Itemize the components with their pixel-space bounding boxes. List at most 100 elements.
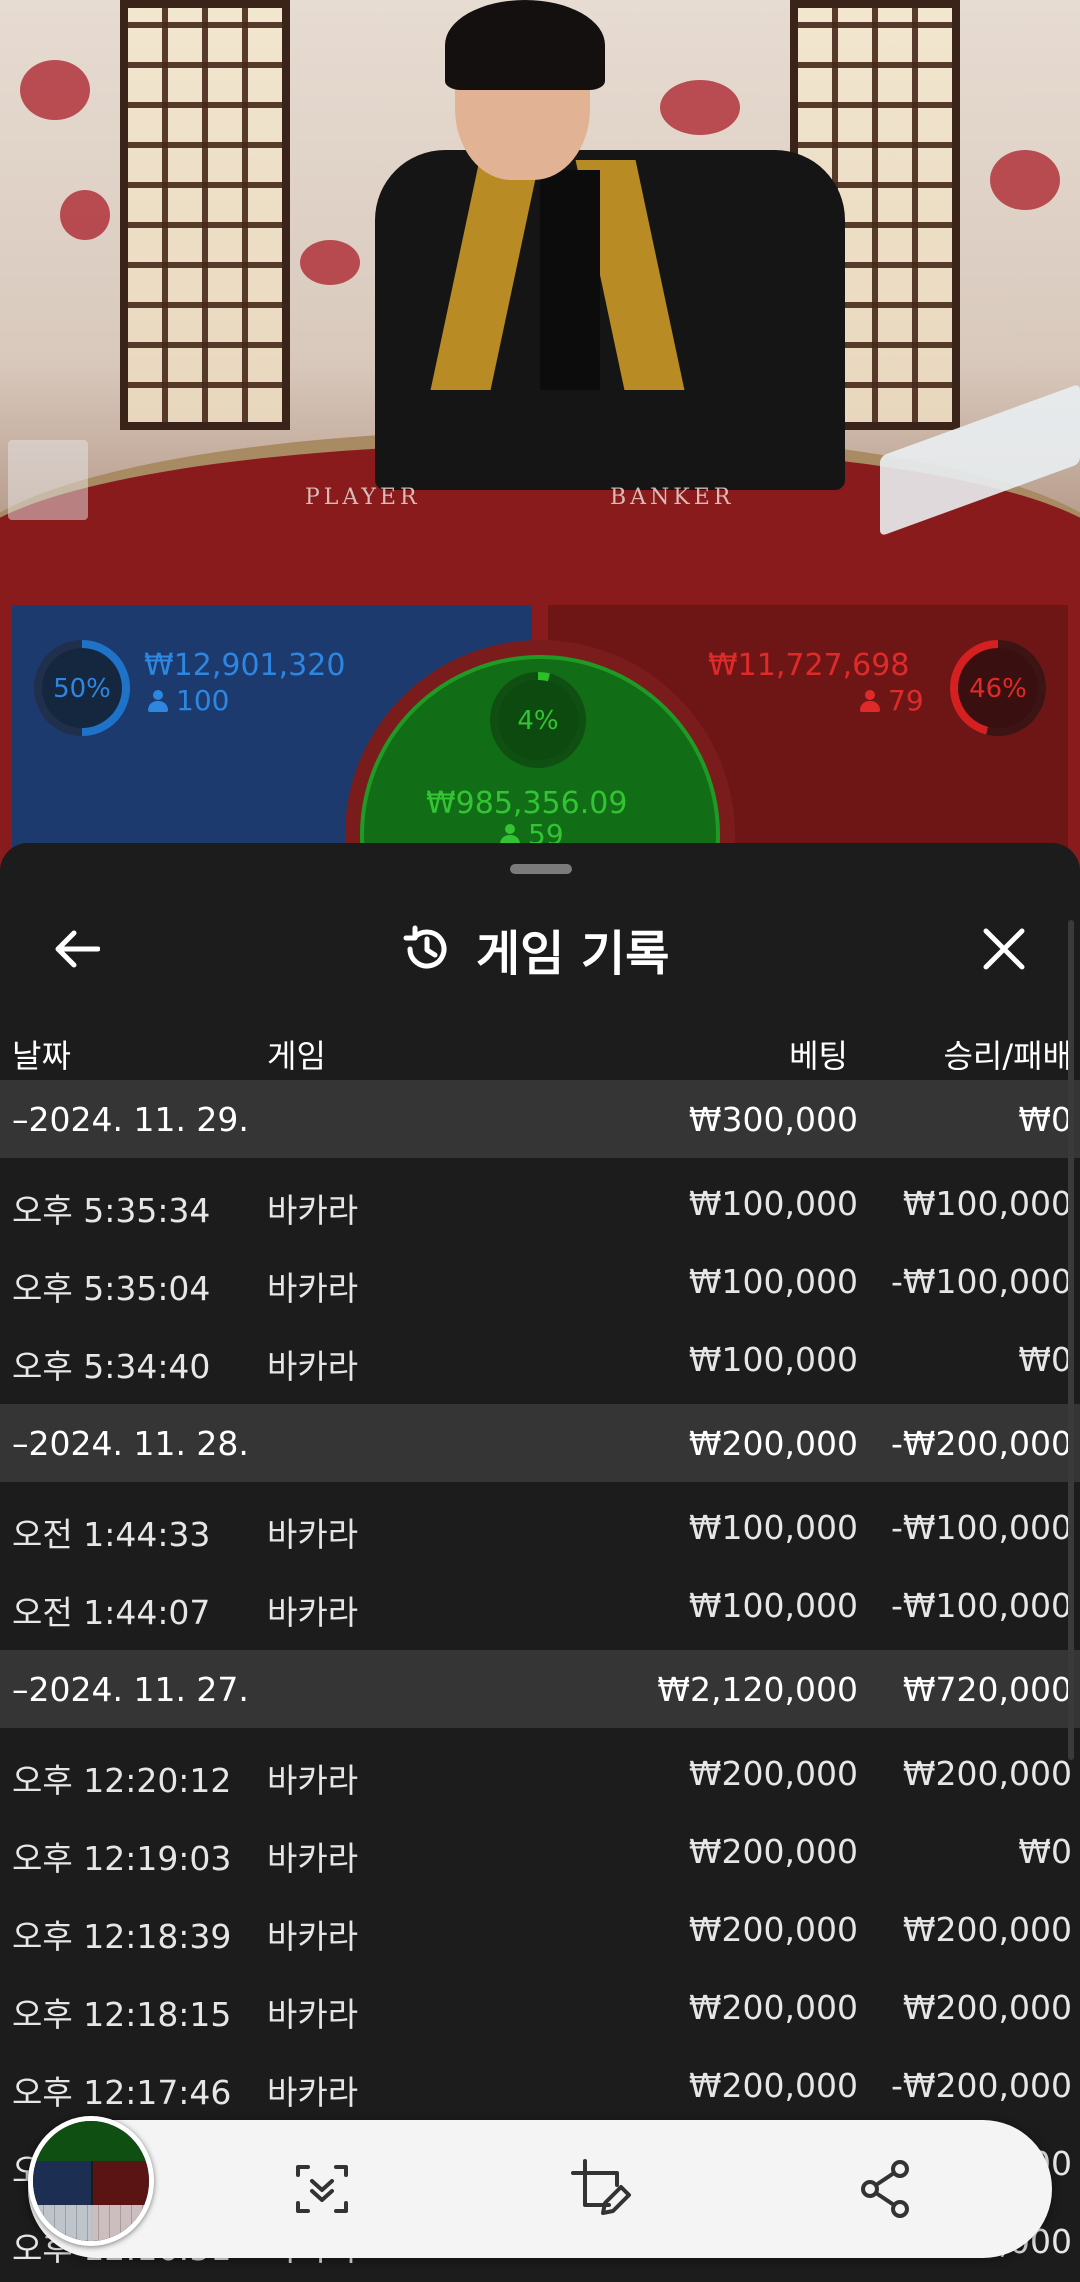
history-row[interactable]: 오후 12:20:12 바카라 ₩200,000 ₩200,000	[0, 1734, 1080, 1812]
sheet-title-group: 게임 기록	[400, 915, 669, 983]
group-date: –2024. 11. 27.	[12, 1670, 249, 1709]
arrow-left-icon	[55, 930, 100, 968]
date-group-row[interactable]: –2024. 11. 29. ₩300,000 ₩0	[0, 1080, 1080, 1158]
player-count-value: 100	[176, 684, 230, 717]
row-bet: ₩100,000	[688, 1262, 858, 1301]
row-bet: ₩100,000	[688, 1508, 858, 1547]
group-winloss-total: ₩720,000	[902, 1670, 1072, 1709]
history-row[interactable]: 오후 12:18:39 바카라 ₩200,000 ₩200,000	[0, 1890, 1080, 1968]
thumb-region	[33, 2121, 149, 2161]
row-time: 오전 1:44:33	[12, 1515, 211, 1554]
row-game: 바카라	[267, 1917, 359, 1956]
screenshot-toolbar	[28, 2116, 1052, 2258]
history-row[interactable]: 오후 12:19:03 바카라 ₩200,000 ₩0	[0, 1812, 1080, 1890]
date-group-row[interactable]: –2024. 11. 27. ₩2,120,000 ₩720,000	[0, 1650, 1080, 1728]
history-row[interactable]: 오후 12:17:46 바카라 ₩200,000 -₩200,000	[0, 2046, 1080, 2124]
card-discard-tray	[8, 440, 88, 520]
row-winloss: -₩100,000	[890, 1586, 1072, 1625]
share-icon	[861, 2160, 909, 2218]
history-row[interactable]: 오전 1:44:07 바카라 ₩100,000 -₩100,000	[0, 1566, 1080, 1644]
thumb-region	[33, 2205, 149, 2241]
group-bet-total: ₩300,000	[688, 1100, 858, 1139]
column-game: 게임	[267, 1037, 326, 1075]
close-icon	[983, 928, 1025, 970]
blossom-decoration	[60, 190, 110, 240]
edit-button[interactable]	[561, 2149, 641, 2229]
row-bet: ₩200,000	[688, 2066, 858, 2105]
row-winloss: ₩200,000	[902, 1910, 1072, 1949]
scrollbar[interactable]	[1068, 920, 1074, 1760]
drag-handle[interactable]	[510, 864, 572, 874]
column-date: 날짜	[12, 1037, 71, 1075]
history-icon	[403, 925, 447, 969]
row-game: 바카라	[267, 1593, 359, 1632]
history-row[interactable]: 오후 5:34:40 바카라 ₩100,000 ₩0	[0, 1320, 1080, 1398]
column-winloss: 승리/패배	[943, 1037, 1072, 1075]
share-button[interactable]	[846, 2149, 926, 2229]
column-bet: 베팅	[789, 1037, 848, 1075]
blossom-decoration	[20, 60, 90, 120]
scroll-capture-icon	[296, 2165, 348, 2213]
screenshot-thumbnail[interactable]	[28, 2116, 154, 2246]
group-bet-total: ₩200,000	[688, 1424, 858, 1463]
game-history-sheet: 게임 기록 날짜 게임 베팅 승리/패배 –2024. 11. 29. ₩300,…	[0, 843, 1080, 2282]
history-row[interactable]: 오후 12:18:15 바카라 ₩200,000 ₩200,000	[0, 1968, 1080, 2046]
row-bet: ₩200,000	[688, 1988, 858, 2027]
player-bettor-count: 100	[148, 684, 229, 717]
row-game: 바카라	[267, 1191, 359, 1230]
row-game: 바카라	[267, 1347, 359, 1386]
row-winloss: ₩200,000	[902, 1754, 1072, 1793]
tie-percent: 4%	[517, 706, 559, 736]
group-winloss-total: -₩200,000	[890, 1424, 1072, 1463]
history-row[interactable]: 오후 5:35:04 바카라 ₩100,000 -₩100,000	[0, 1242, 1080, 1320]
player-bet-amount: ₩12,901,320	[144, 648, 346, 683]
row-time: 오후 12:19:03	[12, 1839, 232, 1878]
tie-bet-amount: ₩985,356.09	[426, 786, 628, 821]
row-winloss: -₩200,000	[890, 2066, 1072, 2105]
row-bet: ₩200,000	[688, 1910, 858, 1949]
group-date: –2024. 11. 28.	[12, 1424, 249, 1463]
row-bet: ₩100,000	[688, 1184, 858, 1223]
history-row[interactable]: 오후 5:35:34 바카라 ₩100,000 ₩100,000	[0, 1164, 1080, 1242]
table-player-label: PLAYER	[305, 485, 421, 510]
banker-bet-amount: ₩11,727,698	[708, 648, 910, 683]
banker-count-value: 79	[888, 684, 924, 717]
group-winloss-total: ₩0	[1018, 1100, 1072, 1139]
person-icon	[148, 690, 168, 712]
row-bet: ₩100,000	[688, 1586, 858, 1625]
history-list[interactable]: –2024. 11. 29. ₩300,000 ₩0 오후 5:35:34 바카라 ₩10…	[0, 1080, 1080, 2282]
sheet-header: 게임 기록	[0, 893, 1080, 1003]
player-percent: 50%	[53, 674, 111, 704]
close-button[interactable]	[968, 913, 1040, 985]
row-winloss: -₩100,000	[890, 1262, 1072, 1301]
row-time: 오후 5:34:40	[12, 1347, 211, 1386]
row-game: 바카라	[267, 1995, 359, 2034]
row-bet: ₩100,000	[688, 1340, 858, 1379]
row-winloss: ₩0	[1018, 1340, 1072, 1379]
row-time: 오후 12:18:15	[12, 1995, 232, 2034]
row-time: 오후 5:35:04	[12, 1269, 211, 1308]
scroll-capture-button[interactable]	[282, 2149, 362, 2229]
row-game: 바카라	[267, 1269, 359, 1308]
row-bet: ₩200,000	[688, 1832, 858, 1871]
table-banker-label: BANKER	[610, 485, 735, 510]
history-row[interactable]: 오전 1:44:33 바카라 ₩100,000 -₩100,000	[0, 1488, 1080, 1566]
banker-bettor-count: 79	[860, 684, 924, 717]
date-group-row[interactable]: –2024. 11. 28. ₩200,000 -₩200,000	[0, 1404, 1080, 1482]
lattice-screen-left	[120, 0, 290, 430]
column-headers: 날짜 게임 베팅 승리/패배	[0, 1013, 1080, 1083]
dealer-shirt	[540, 170, 600, 390]
blossom-decoration	[300, 240, 360, 285]
row-bet: ₩200,000	[688, 1754, 858, 1793]
row-winloss: -₩100,000	[890, 1508, 1072, 1547]
blossom-decoration	[660, 80, 740, 135]
row-game: 바카라	[267, 1515, 359, 1554]
sheet-title: 게임 기록	[476, 926, 670, 982]
row-game: 바카라	[267, 1839, 359, 1878]
back-button[interactable]	[40, 913, 112, 985]
group-date: –2024. 11. 29.	[12, 1100, 249, 1139]
person-icon	[860, 690, 880, 712]
row-winloss: ₩0	[1018, 1832, 1072, 1871]
row-time: 오후 5:35:34	[12, 1191, 211, 1230]
banker-percent: 46%	[969, 674, 1027, 704]
